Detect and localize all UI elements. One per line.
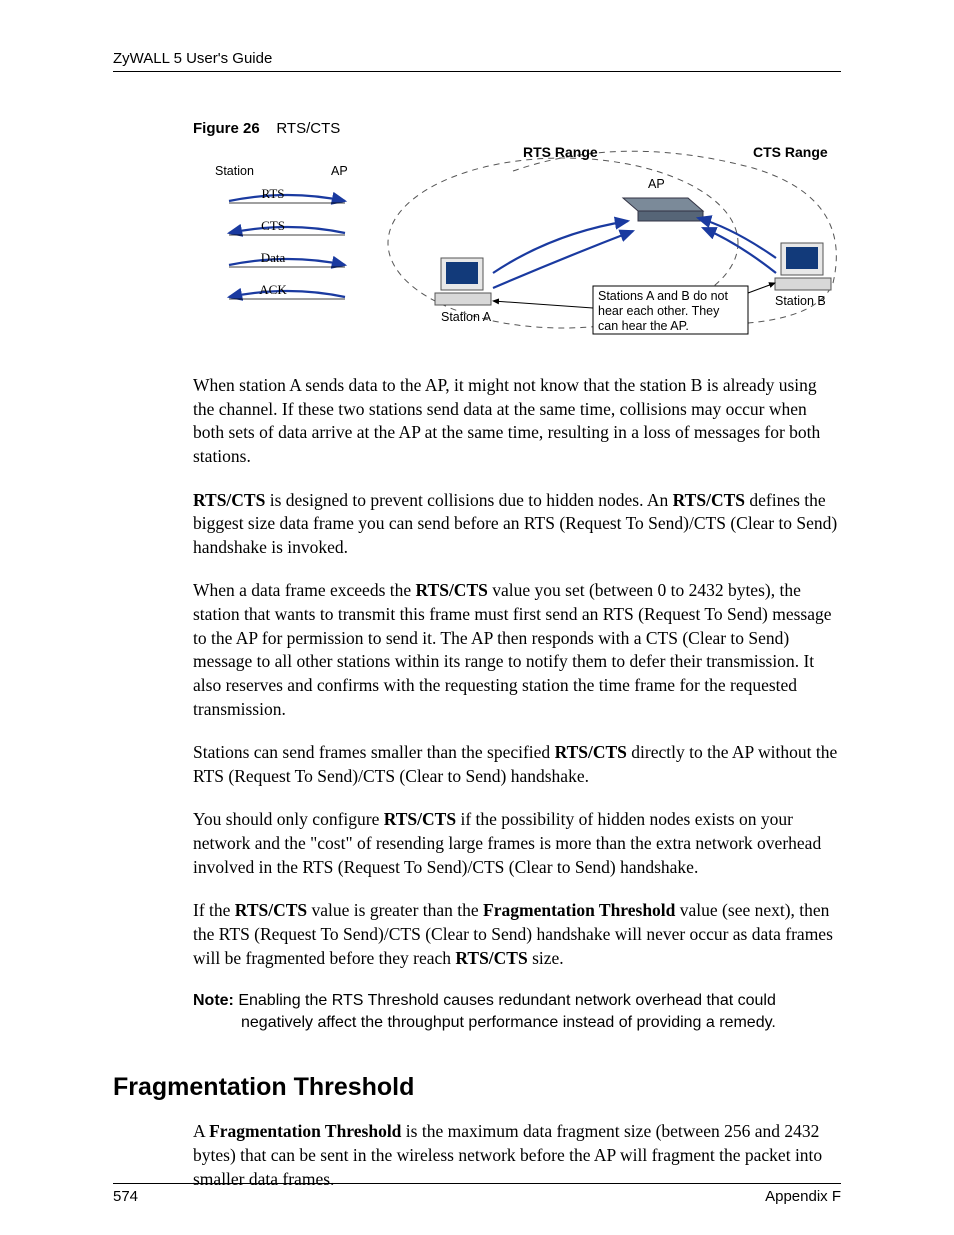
para-2: RTS/CTS is designed to prevent collision… (193, 489, 841, 560)
station-b-icon: Station B (775, 243, 831, 308)
appendix-label: Appendix F (765, 1188, 841, 1205)
para-6: If the RTS/CTS value is greater than the… (193, 899, 841, 970)
station-a-icon: Station A (435, 258, 492, 324)
running-header: ZyWALL 5 User's Guide (113, 50, 841, 72)
svg-text:Stations A and B do not: Stations A and B do not (598, 289, 728, 303)
arrow-rts (229, 195, 345, 201)
para-4: Stations can send frames smaller than th… (193, 741, 841, 788)
note-text: Enabling the RTS Threshold causes redund… (238, 992, 776, 1031)
note-block: Note: Enabling the RTS Threshold causes … (193, 990, 841, 1033)
station-a-label: Station A (441, 310, 492, 324)
note-pointer-a (493, 301, 593, 308)
figure-label: Figure 26 (193, 120, 260, 137)
label-rts: RTS (261, 186, 284, 201)
arrow-a-to-ap-1 (493, 221, 628, 273)
label-ack: ACK (259, 282, 287, 297)
frag-para-1: A Fragmentation Threshold is the maximum… (193, 1120, 841, 1191)
figure-caption: Figure 26 RTS/CTS (193, 120, 841, 137)
diag-left-ap-label: AP (331, 164, 348, 178)
svg-text:hear each other. They: hear each other. They (598, 304, 720, 318)
para-5: You should only configure RTS/CTS if the… (193, 808, 841, 879)
rts-range-label: RTS Range (523, 144, 598, 160)
figure-diagram: Station AP RTS CTS Data ACK RTS Range CT… (193, 143, 843, 348)
diag-left-station-label: Station (215, 164, 254, 178)
arrow-ack (229, 291, 345, 297)
arrow-cts (229, 227, 345, 233)
page-footer: 574 Appendix F (113, 1183, 841, 1205)
station-b-label: Station B (775, 294, 826, 308)
label-cts: CTS (261, 218, 285, 233)
label-data: Data (261, 250, 286, 265)
note-label: Note: (193, 992, 238, 1009)
note-pointer-b (748, 283, 775, 293)
ap-device-icon: AP (623, 177, 703, 221)
cts-range-label: CTS Range (753, 144, 828, 160)
para-1: When station A sends data to the AP, it … (193, 374, 841, 469)
section-heading-fragmentation: Fragmentation Threshold (113, 1073, 841, 1102)
hidden-note-box: Stations A and B do not hear each other.… (593, 286, 748, 334)
svg-text:can hear the AP.: can hear the AP. (598, 319, 689, 333)
page-number: 574 (113, 1188, 138, 1205)
para-3: When a data frame exceeds the RTS/CTS va… (193, 579, 841, 721)
figure-title: RTS/CTS (276, 120, 340, 137)
arrow-data (229, 259, 345, 265)
arrow-b-to-ap-1 (698, 218, 776, 258)
ap-label: AP (648, 177, 665, 191)
